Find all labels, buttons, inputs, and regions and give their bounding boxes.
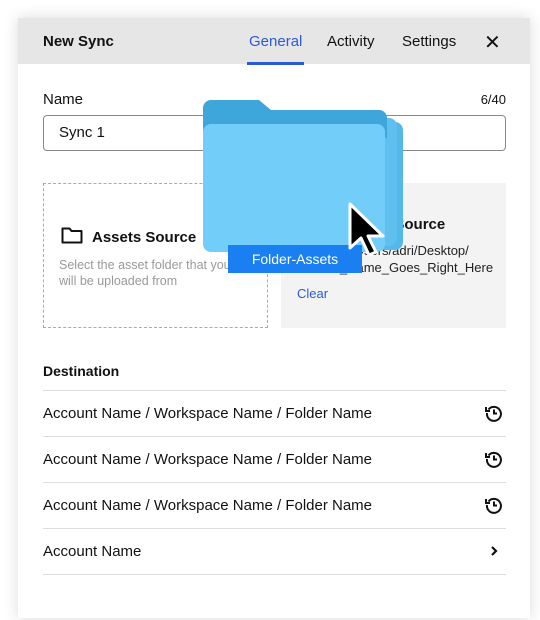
destination-path: Account Name / Workspace Name / Folder N… (43, 497, 373, 514)
destination-path: Account Name / Workspace Name / Folder N… (43, 451, 373, 468)
tab-settings[interactable]: Settings (402, 33, 456, 50)
cursor-arrow-icon (348, 202, 385, 257)
folder-icon (61, 227, 83, 244)
name-label: Name (43, 91, 84, 108)
dialog-title: New Sync (43, 33, 114, 50)
destination-row[interactable]: Account Name / Workspace Name / Folder N… (43, 436, 506, 482)
destination-row[interactable]: Account Name / Workspace Name / Folder N… (43, 390, 506, 436)
destination-label: Destination (43, 363, 120, 379)
drag-label: Folder-Assets (228, 245, 362, 273)
name-counter: 6/40 (480, 92, 506, 107)
tab-activity[interactable]: Activity (327, 33, 375, 50)
clear-link[interactable]: Clear (297, 286, 328, 302)
destination-path: Account Name (43, 543, 142, 560)
destination-row[interactable]: Account Name (43, 528, 506, 574)
tab-general[interactable]: General (246, 33, 305, 65)
close-icon[interactable]: ✕ (484, 30, 501, 55)
history-icon[interactable] (484, 403, 504, 423)
dialog-header: New Sync General Activity Settings ✕ (18, 18, 530, 65)
chevron-right-icon[interactable] (484, 541, 504, 561)
assets-source-title: Assets Source (92, 229, 197, 246)
destination-path: Account Name / Workspace Name / Folder N… (43, 405, 373, 422)
destination-row-divider (43, 574, 506, 620)
destination-row[interactable]: Account Name / Workspace Name / Folder N… (43, 482, 506, 528)
history-icon[interactable] (484, 495, 504, 515)
history-icon[interactable] (484, 449, 504, 469)
